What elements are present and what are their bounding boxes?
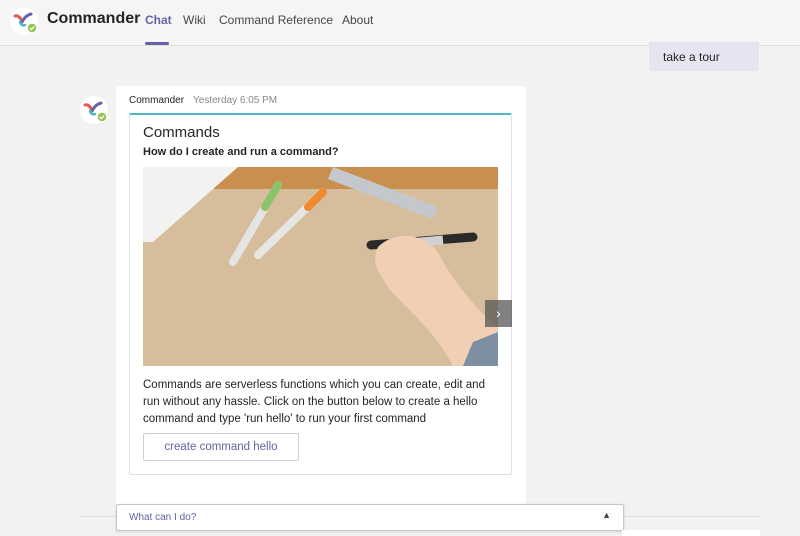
carousel-next-button[interactable]: › bbox=[485, 300, 512, 327]
tab-about[interactable]: About bbox=[342, 13, 373, 27]
create-command-hello-button[interactable]: create command hello bbox=[143, 433, 299, 461]
user-message-bubble: take a tour bbox=[649, 42, 759, 71]
app-header: Commander Chat Wiki Command Reference Ab… bbox=[0, 0, 800, 46]
tab-wiki[interactable]: Wiki bbox=[183, 13, 206, 27]
suggested-action-label[interactable]: What can I do? bbox=[129, 512, 196, 523]
caret-up-icon[interactable]: ▲ bbox=[602, 510, 611, 520]
card-hero-image bbox=[143, 167, 498, 366]
card-subtitle: How do I create and run a command? bbox=[143, 146, 339, 158]
app-logo-icon bbox=[10, 7, 38, 35]
bot-logo-icon bbox=[83, 101, 108, 123]
bot-message: Commander Yesterday 6:05 PM Commands How… bbox=[116, 86, 526, 506]
tab-chat[interactable]: Chat bbox=[145, 13, 172, 27]
chevron-right-icon: › bbox=[496, 305, 501, 321]
app-title: Commander bbox=[47, 10, 141, 27]
suggested-action-bar[interactable]: What can I do? ▲ bbox=[116, 504, 624, 531]
user-message-text: take a tour bbox=[663, 50, 720, 64]
tab-command-reference[interactable]: Command Reference bbox=[219, 13, 333, 27]
active-tab-indicator bbox=[145, 42, 169, 45]
card-body-text: Commands are serverless functions which … bbox=[143, 379, 485, 425]
card-title: Commands bbox=[143, 124, 220, 141]
adaptive-card: Commands How do I create and run a comma… bbox=[129, 113, 512, 475]
message-sender: Commander bbox=[129, 95, 185, 106]
message-timestamp: Yesterday 6:05 PM bbox=[193, 95, 278, 106]
compose-box[interactable] bbox=[622, 530, 760, 536]
bot-avatar[interactable] bbox=[80, 96, 108, 124]
